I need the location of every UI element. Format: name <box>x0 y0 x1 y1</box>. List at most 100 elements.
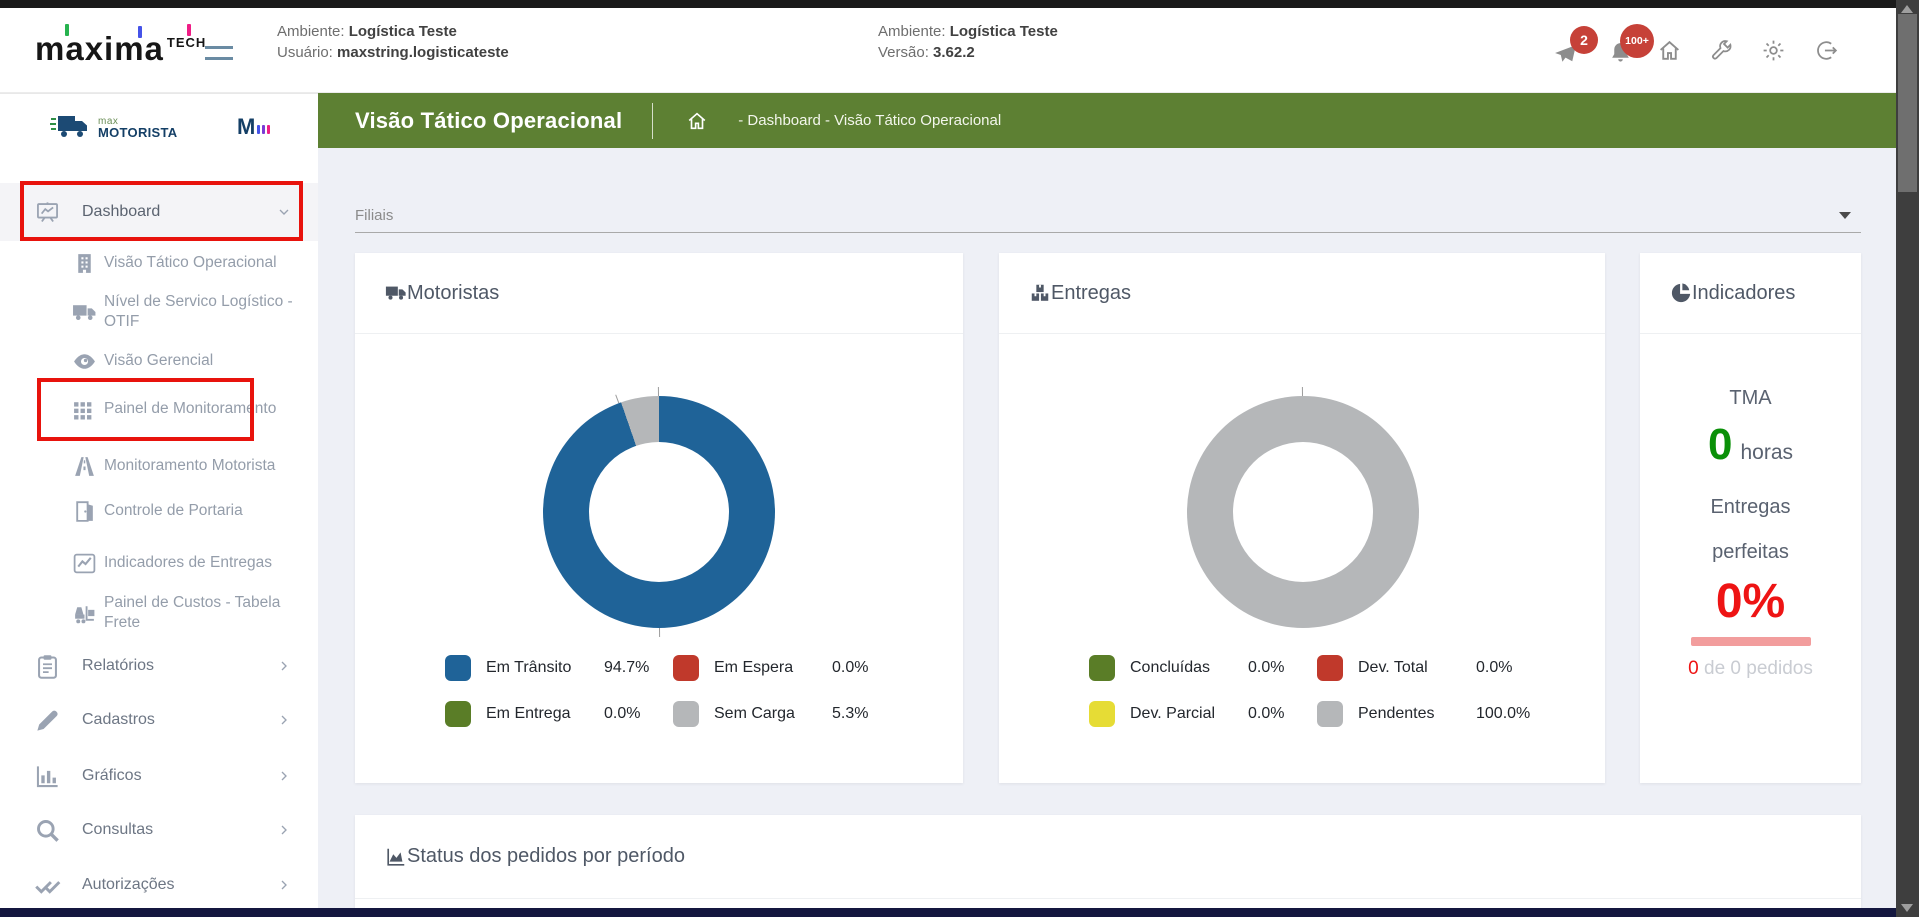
legend-swatch-gray <box>673 701 699 727</box>
area-chart-icon <box>385 846 407 868</box>
ambiente-value-2: Logística Teste <box>949 23 1058 40</box>
sidebar-item-visao-gerencial[interactable]: Visão Gerencial <box>0 344 318 378</box>
indicadores-card: Indicadores TMA 0 horas Entregas perfeit… <box>1640 253 1861 783</box>
sidebar-item-label: Controle de Portaria <box>104 502 243 519</box>
chevron-right-icon <box>276 768 292 784</box>
entregas-perfeitas-line2: perfeitas <box>1712 541 1789 563</box>
mini-m-logo: M <box>237 114 271 140</box>
sidebar-item-label: Autorizações <box>82 876 175 893</box>
logo-brand-text: maxima <box>35 30 164 67</box>
breadcrumb-home-icon[interactable] <box>686 110 708 132</box>
sidebar-item-label: Monitoramento Motorista <box>104 457 276 474</box>
forklift-icon <box>72 601 97 626</box>
pie-chart-icon <box>1670 282 1692 304</box>
sidebar-item-label: Cadastros <box>82 711 155 728</box>
environment-version-info: Ambiente: Logística Teste Versão: 3.62.2 <box>878 21 1058 63</box>
usuario-label: Usuário: <box>277 44 333 61</box>
door-icon <box>72 499 97 524</box>
entregas-card-title: Entregas <box>1051 281 1132 304</box>
entregas-legend: Concluídas 0.0% Dev. Total 0.0% Dev. Parci… <box>1089 653 1569 729</box>
ambiente-value: Logística Teste <box>348 23 457 40</box>
usuario-value: maxstring.logisticateste <box>337 44 509 61</box>
sidebar-item-autorizacoes[interactable]: Autorizações <box>0 868 318 902</box>
scrollbar-thumb[interactable] <box>1898 14 1917 192</box>
top-black-bar <box>0 0 1896 8</box>
sidebar-toggle-icon[interactable] <box>205 44 233 62</box>
easel-chart-icon <box>34 199 61 226</box>
sidebar-item-nivel-servico-otif[interactable]: Nível de Servico Logístico - OTIF <box>0 283 318 341</box>
legend-item: Dev. Total 0.0% <box>1317 653 1555 683</box>
indicadores-body: TMA 0 horas Entregas perfeitas 0% 0 de 0… <box>1640 335 1861 680</box>
sidebar-item-painel-custos[interactable]: Painel de Custos - Tabela Frete <box>0 584 318 642</box>
ambiente-label-2: Ambiente: <box>878 23 946 40</box>
sidebar-item-label: Consultas <box>82 821 154 838</box>
chevron-right-icon <box>276 877 292 893</box>
logout-icon[interactable] <box>1814 38 1839 63</box>
percent-underline-bar <box>1690 637 1811 646</box>
sidebar-item-label: Painel de Monitoramento <box>104 400 277 417</box>
perfect-deliveries-percent: 0% <box>1715 575 1786 628</box>
scrollbar-up-arrow[interactable] <box>1901 5 1913 13</box>
legend-item: Sem Carga 5.3% <box>673 699 911 729</box>
home-icon[interactable] <box>1657 38 1682 63</box>
sidebar-item-consultas[interactable]: Consultas <box>0 813 318 847</box>
scrollbar-down-arrow[interactable] <box>1901 904 1913 912</box>
truck-icon <box>385 282 407 304</box>
tma-value: 0 <box>1707 420 1733 469</box>
maxima-tech-logo: maxima TECH <box>35 24 206 68</box>
sidebar-item-cadastros[interactable]: Cadastros <box>0 703 318 737</box>
sidebar-item-label: Nível de Servico Logístico - OTIF <box>104 293 293 330</box>
legend-swatch-gray <box>1317 701 1343 727</box>
status-card-header: Status dos pedidos por período <box>355 815 1861 899</box>
sidebar-item-label: Visão Tático Operacional <box>104 254 277 271</box>
page-scrollbar[interactable] <box>1896 0 1919 917</box>
app-header: maxima TECH Ambiente: Logística Teste Usu… <box>0 8 1896 93</box>
legend-item: Concluídas 0.0% <box>1089 653 1317 683</box>
motoristas-card: Motoristas Em Trânsito 94.7% Em Espera 0.0… <box>355 253 963 783</box>
title-separator <box>652 102 654 139</box>
sidebar-item-label: Relatórios <box>82 657 155 674</box>
page-title: Visão Tático Operacional <box>355 107 623 133</box>
sidebar-item-controle-portaria[interactable]: Controle de Portaria <box>0 494 318 528</box>
road-icon <box>72 454 97 479</box>
announcements-badge[interactable]: 2 <box>1570 26 1598 54</box>
sidebar-item-graficos[interactable]: Gráficos <box>0 759 318 793</box>
legend-item: Pendentes 100.0% <box>1317 699 1555 729</box>
eye-icon <box>72 349 97 374</box>
sidebar-item-label: Visão Gerencial <box>104 352 214 369</box>
sidebar-item-label: Dashboard <box>82 203 161 220</box>
pencil-icon <box>34 707 61 734</box>
legend-item: Em Trânsito 94.7% <box>445 653 673 683</box>
motoristas-donut-chart <box>543 386 775 638</box>
boxes-icon <box>1029 282 1051 304</box>
legend-swatch-red <box>1317 655 1343 681</box>
search-icon <box>34 817 61 844</box>
filiais-dropdown-caret[interactable] <box>1839 212 1851 219</box>
entregas-card: Entregas Concluídas 0.0% Dev. Total 0.0% D… <box>999 253 1605 783</box>
sidebar-item-indicadores-entregas[interactable]: Indicadores de Entregas <box>0 546 318 580</box>
entregas-perfeitas-line1: Entregas <box>1710 496 1791 518</box>
brand-big-text: MOTORISTA <box>98 125 178 140</box>
clipboard-icon <box>34 653 61 680</box>
legend-item: Em Entrega 0.0% <box>445 699 673 729</box>
legend-swatch-red <box>673 655 699 681</box>
notifications-badge[interactable]: 100+ <box>1620 24 1654 58</box>
sidebar-item-relatorios[interactable]: Relatórios <box>0 649 318 683</box>
gear-icon[interactable] <box>1761 38 1786 63</box>
versao-label: Versão: <box>878 44 929 61</box>
indicadores-card-header: Indicadores <box>1640 253 1861 334</box>
legend-swatch-blue <box>445 655 471 681</box>
entregas-card-header: Entregas <box>999 253 1605 334</box>
sidebar-item-dashboard[interactable]: Dashboard <box>0 183 318 241</box>
wrench-icon[interactable] <box>1709 38 1734 63</box>
main-content: Filiais Motoristas Em Trânsito 94.7% Em E… <box>318 148 1896 908</box>
ambiente-label: Ambiente: <box>277 23 345 40</box>
filiais-select-label[interactable]: Filiais <box>355 207 393 224</box>
logo-tick-green <box>65 24 69 36</box>
sidebar-item-monitoramento-motorista[interactable]: Monitoramento Motorista <box>0 437 318 495</box>
sidebar-item-visao-tatico-operacional[interactable]: Visão Tático Operacional <box>0 246 318 280</box>
legend-swatch-green <box>445 701 471 727</box>
sidebar-item-painel-monitoramento[interactable]: Painel de Monitoramento <box>0 380 318 438</box>
chevron-right-icon <box>276 822 292 838</box>
app-window: maxima TECH Ambiente: Logística Teste Usu… <box>0 0 1919 917</box>
